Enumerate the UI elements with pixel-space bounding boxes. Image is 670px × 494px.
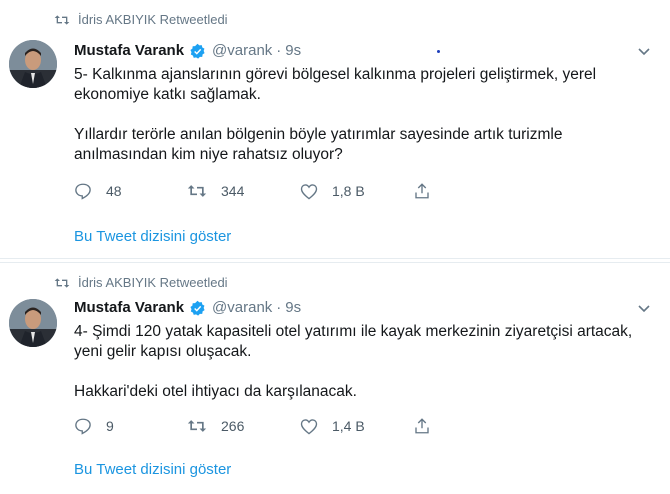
- share-button[interactable]: [413, 182, 526, 200]
- tweet-text: 5- Kalkınma ajanslarının görevi bölgesel…: [74, 65, 650, 165]
- like-button[interactable]: 1,8 B: [300, 183, 413, 200]
- tweet[interactable]: İdris AKBIYIK Retweetledi Mustafa Varank…: [0, 262, 670, 494]
- tweet-actions: 48 344 1,8 B: [74, 182, 526, 200]
- author-handle[interactable]: @varank: [212, 298, 272, 318]
- author-name[interactable]: Mustafa Varank: [74, 298, 184, 318]
- like-count: 1,4 B: [332, 418, 365, 434]
- verified-icon: [189, 43, 206, 60]
- tweet-body: Mustafa Varank @varank · 9s 4- Şimdi 120…: [74, 297, 650, 402]
- reply-count: 9: [106, 418, 114, 434]
- retweet-context: İdris AKBIYIK Retweetledi: [54, 12, 228, 27]
- tweet-header: Mustafa Varank @varank · 9s: [74, 297, 650, 319]
- share-button[interactable]: [413, 417, 526, 435]
- retweeted-by-label: İdris AKBIYIK Retweetledi: [78, 12, 228, 27]
- retweet-button[interactable]: 344: [187, 183, 300, 199]
- reply-button[interactable]: 9: [74, 417, 187, 435]
- like-icon: [300, 183, 318, 199]
- retweet-icon: [54, 14, 70, 25]
- tweet-header: Mustafa Varank @varank · 9s: [74, 40, 650, 62]
- separator: ·: [276, 299, 282, 316]
- retweet-button[interactable]: 266: [187, 418, 300, 434]
- avatar[interactable]: [9, 40, 57, 88]
- author-handle[interactable]: @varank: [212, 41, 272, 61]
- timestamp[interactable]: 9s: [285, 41, 301, 61]
- like-icon: [300, 418, 318, 434]
- timestamp[interactable]: 9s: [285, 298, 301, 318]
- tweet-paragraph: Hakkari'deki otel ihtiyacı da karşılanac…: [74, 383, 357, 400]
- reply-button[interactable]: 48: [74, 182, 187, 200]
- chevron-down-icon[interactable]: [638, 299, 650, 319]
- retweet-count: 266: [221, 418, 245, 434]
- chevron-down-icon[interactable]: [638, 42, 650, 62]
- show-thread-link[interactable]: Bu Tweet dizisini göster: [74, 461, 231, 478]
- tweet-text: 4- Şimdi 120 yatak kapasiteli otel yatır…: [74, 322, 650, 402]
- tweet-actions: 9 266 1,4 B: [74, 417, 526, 435]
- tweet-paragraph: Yıllardır terörle anılan bölgenin böyle …: [74, 126, 563, 163]
- verified-icon: [189, 300, 206, 317]
- reply-icon: [75, 183, 91, 200]
- retweet-icon: [187, 420, 207, 432]
- tweet-paragraph: 5- Kalkınma ajanslarının görevi bölgesel…: [74, 66, 597, 103]
- tweet[interactable]: İdris AKBIYIK Retweetledi Mustafa Varank…: [0, 0, 670, 259]
- reply-icon: [75, 418, 91, 435]
- author-name[interactable]: Mustafa Varank: [74, 41, 184, 61]
- retweet-icon: [187, 185, 207, 197]
- retweet-icon: [54, 277, 70, 288]
- tweet-paragraph: 4- Şimdi 120 yatak kapasiteli otel yatır…: [74, 323, 633, 360]
- retweet-count: 344: [221, 183, 245, 199]
- tweet-body: Mustafa Varank @varank · 9s 5- Kalkınma …: [74, 40, 650, 165]
- share-icon: [415, 183, 429, 199]
- reply-count: 48: [106, 183, 122, 199]
- share-icon: [415, 418, 429, 434]
- show-thread-link[interactable]: Bu Tweet dizisini göster: [74, 228, 231, 245]
- avatar[interactable]: [9, 299, 57, 347]
- separator: ·: [276, 42, 282, 59]
- like-button[interactable]: 1,4 B: [300, 418, 413, 435]
- retweeted-by-label: İdris AKBIYIK Retweetledi: [78, 275, 228, 290]
- retweet-context: İdris AKBIYIK Retweetledi: [54, 275, 228, 290]
- like-count: 1,8 B: [332, 183, 365, 199]
